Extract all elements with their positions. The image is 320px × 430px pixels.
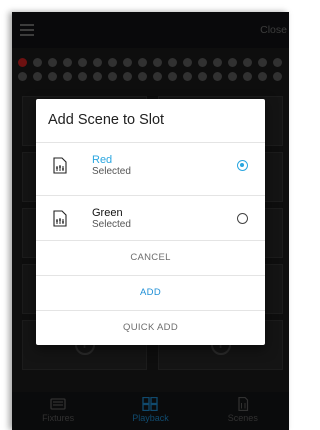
scene-status: Selected: [92, 219, 131, 230]
quick-add-button[interactable]: QUICK ADD: [36, 311, 265, 345]
scene-file-icon: [53, 157, 67, 174]
dialog-title: Add Scene to Slot: [48, 112, 165, 128]
scene-status: Selected: [92, 166, 131, 177]
scene-file-icon: [53, 210, 67, 227]
cancel-button[interactable]: CANCEL: [36, 241, 265, 275]
scene-name: Red: [92, 154, 113, 166]
scene-radio-button[interactable]: [237, 213, 248, 224]
add-scene-dialog: Add Scene to Slot Red Selected Green Sel…: [36, 99, 265, 345]
scene-option-red[interactable]: Red Selected: [36, 143, 265, 195]
scene-radio-button[interactable]: [237, 160, 248, 171]
add-button[interactable]: ADD: [36, 276, 265, 310]
scene-name: Green: [92, 207, 123, 219]
